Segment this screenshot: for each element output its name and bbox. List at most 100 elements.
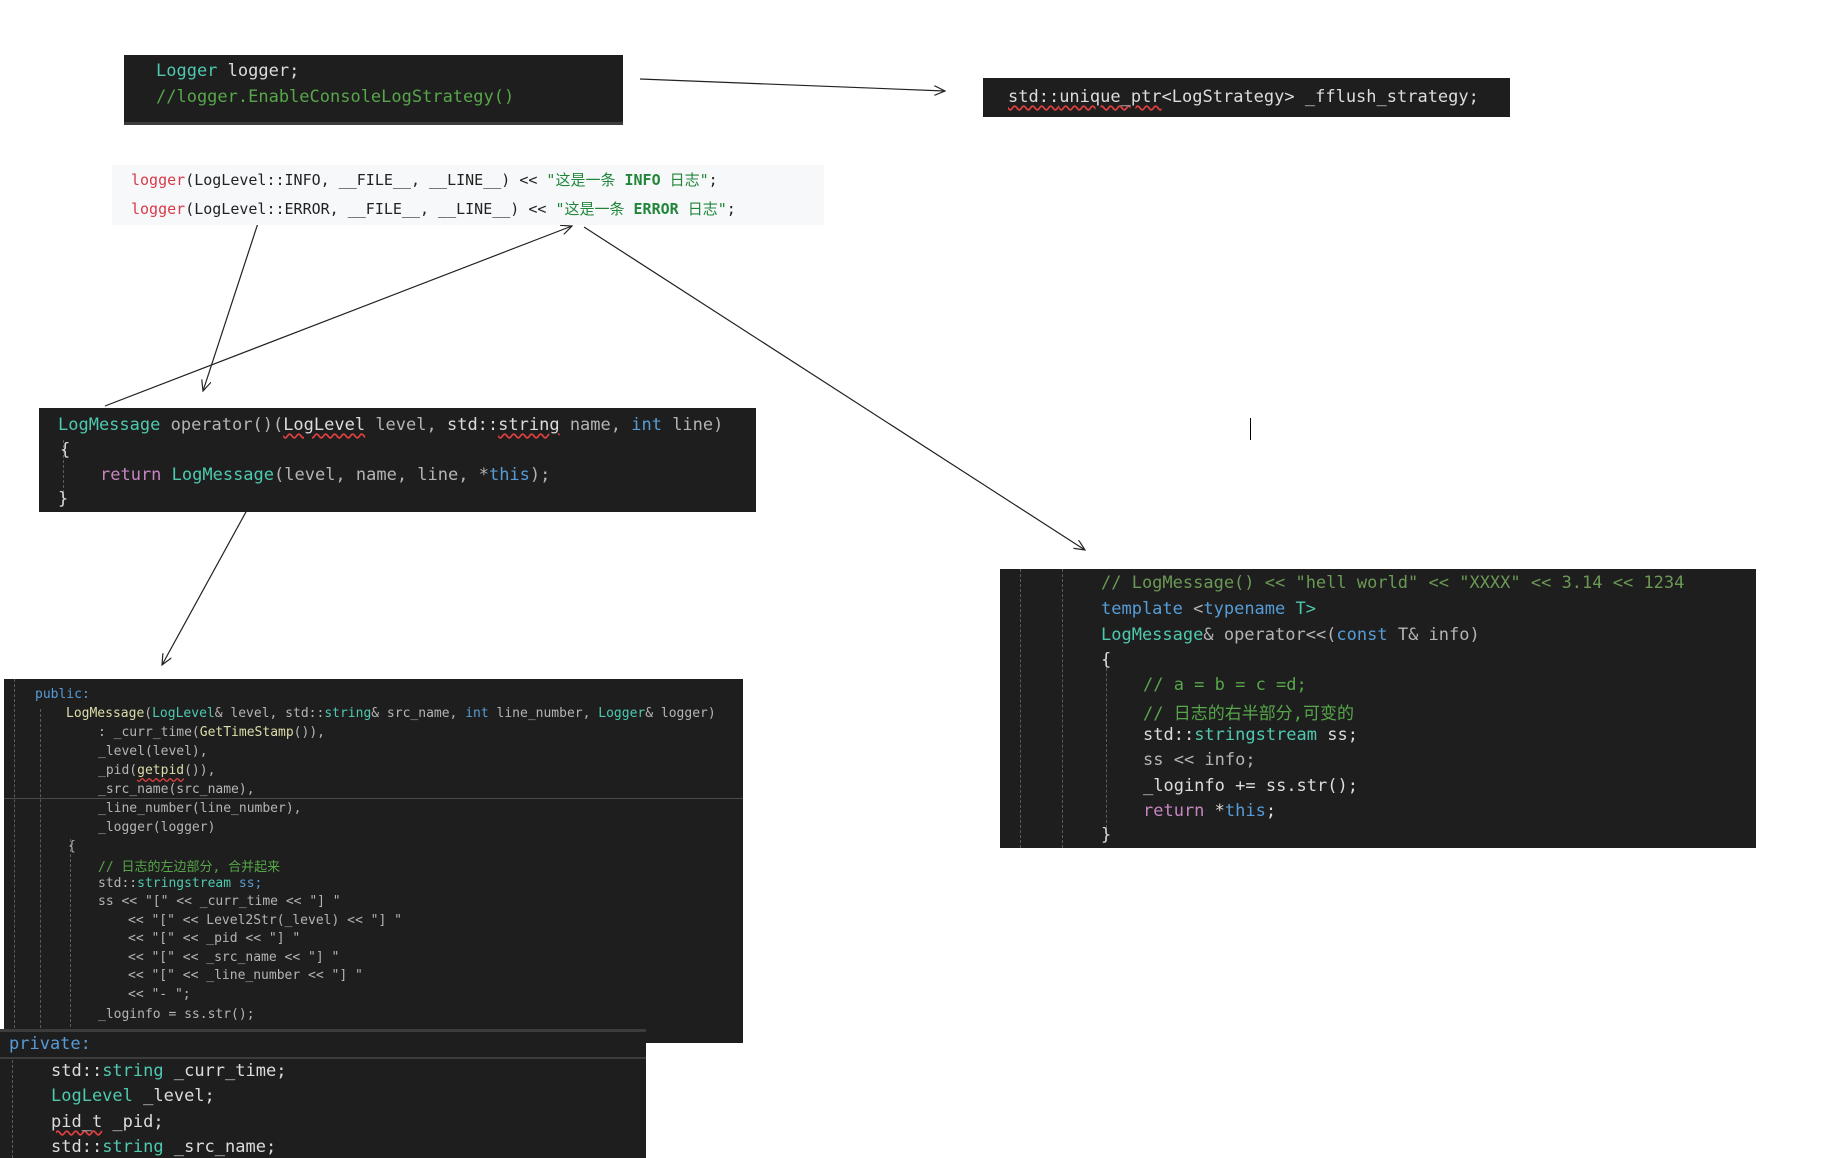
code-line: pid_t _pid; [51, 1112, 164, 1132]
code-line: ss << "[" << _curr_time << "] " [98, 894, 341, 909]
type-token: Logger [598, 706, 646, 721]
type-token: LogStrategy [1171, 87, 1285, 107]
namespace-token: std:: [1143, 725, 1195, 745]
code-text: (level, name, line, * [274, 465, 489, 485]
keyword-token: template [1101, 599, 1183, 619]
namespace-token: std:: [446, 415, 499, 435]
code-line: << "[" << _line_number << "] " [128, 968, 363, 983]
code-text: logger; [217, 61, 300, 81]
code-text: ()), [293, 725, 325, 740]
brace: { [1101, 650, 1112, 670]
code-line: _pid(getpid()), [98, 763, 215, 778]
code-line: { [1101, 650, 1111, 670]
code-line: } [58, 489, 68, 509]
code-text: _logger(logger) [98, 820, 216, 835]
type-token: Logger [156, 61, 218, 81]
code-text: << "[" << _src_name << "] " [128, 950, 340, 965]
code-text: > [1284, 87, 1295, 107]
code-snippet-call-operator: LogMessage operator()(LogLevel level, st… [39, 408, 756, 512]
code-text: << "[" << Level2Str(_level) << "] " [128, 913, 402, 928]
code-comment: // LogMessage() << "hell world" << "XXXX… [1101, 573, 1685, 593]
indent-guide [1020, 569, 1021, 848]
code-text: ss << info; [1143, 750, 1256, 770]
keyword-token: const [1336, 625, 1388, 645]
code-text: ss << "[" << _curr_time << "] " [98, 894, 341, 909]
type-token: stringstream [137, 876, 232, 891]
string-token: ERROR [633, 200, 679, 218]
string-token: "这是一条 [555, 200, 634, 218]
code-line: _loginfo += ss.str(); [1143, 776, 1358, 796]
namespace-token: std:: [51, 1137, 103, 1157]
string-token: "这是一条 [546, 171, 625, 189]
keyword-token: typename [1203, 599, 1286, 619]
code-line: << "- "; [128, 987, 191, 1002]
arrow-logger-to-strategy [639, 78, 945, 91]
code-line: return LogMessage(level, name, line, *th… [100, 465, 550, 485]
keyword-token: this [488, 465, 530, 485]
indent-guide [70, 839, 71, 1027]
type-token: LogLevel [51, 1086, 133, 1106]
namespace-token: std:: [51, 1061, 103, 1081]
keyword-token: return [1143, 801, 1205, 821]
type-token: string [102, 1137, 164, 1157]
code-text: _pid; [102, 1112, 164, 1132]
code-line: _level(level), [98, 744, 208, 759]
function-token: GetTimeStamp [199, 725, 294, 740]
string-token: 日志" [678, 200, 727, 218]
code-text: operator()( [160, 415, 284, 435]
arrow-operator-to-ctor [162, 489, 259, 665]
type-token: LogMessage [161, 465, 275, 485]
code-line: _line_number(line_number), [98, 801, 302, 816]
code-text: name, [559, 415, 632, 435]
code-text: .str(); [1286, 776, 1358, 796]
code-line: _logger(logger) [98, 820, 215, 835]
code-line: LogMessage& operator<<(const T& info) [1101, 625, 1480, 645]
indent-guide [1106, 653, 1107, 828]
code-text: (LogLevel::ERROR, __FILE__, __LINE__) << [185, 200, 556, 218]
code-line: } [1101, 825, 1111, 845]
type-token: string [498, 415, 560, 435]
code-line: private: [9, 1034, 91, 1054]
type-token: T> [1285, 599, 1316, 619]
keyword-token: public: [35, 687, 90, 702]
type-token: stringstream [1194, 725, 1318, 745]
code-text: ); [529, 465, 551, 485]
code-line: Logger logger; [156, 61, 299, 81]
code-comment: // 日志的左边部分, 合并起来 [98, 860, 281, 875]
code-line: // 日志的左边部分, 合并起来 [98, 856, 280, 875]
code-line: << "[" << Level2Str(_level) << "] " [128, 913, 402, 928]
code-text: _fflush_strategy; [1294, 87, 1479, 107]
code-snippet-constructor: public: LogMessage(LogLevel& level, std:… [4, 679, 743, 1043]
code-snippet-logger-calls: logger(LogLevel::INFO, __FILE__, __LINE_… [112, 165, 824, 225]
function-token: getpid [137, 763, 185, 778]
text-cursor [1250, 418, 1251, 440]
namespace-token: std:: [1008, 87, 1060, 107]
code-line: //logger.EnableConsoleLogStrategy() [156, 87, 514, 107]
brace: } [1101, 825, 1112, 845]
code-line: LogLevel _level; [51, 1086, 215, 1106]
code-comment: // a = b = c =d; [1143, 675, 1307, 695]
code-line: public: [35, 687, 90, 702]
keyword-token: this [1224, 801, 1266, 821]
type-token: string [324, 706, 372, 721]
code-line: { [68, 839, 76, 854]
keyword-token: int [465, 706, 489, 721]
code-text: _level(level), [98, 744, 208, 759]
code-snippet-fflush-strategy: std::unique_ptr<LogStrategy> _fflush_str… [983, 78, 1510, 117]
string-token: INFO [624, 171, 661, 189]
code-text: < [1161, 87, 1172, 107]
code-snippet-private-members: private: std::string _curr_time; LogLeve… [0, 1029, 646, 1158]
code-text: line) [661, 415, 724, 435]
code-line: _src_name(src_name), [98, 782, 255, 797]
code-line: std::stringstream ss; [98, 876, 262, 891]
code-text: < [1182, 599, 1204, 619]
code-text: line_number, [488, 706, 599, 721]
code-line: std::string _curr_time; [51, 1061, 286, 1081]
code-text: _loginfo = ss.str(); [98, 1007, 255, 1022]
function-token: logger [131, 200, 186, 218]
code-text: & operator<<( [1203, 625, 1337, 645]
code-line: << "[" << _pid << "] " [128, 931, 300, 946]
code-comment: // 日志的右半部分,可变的 [1143, 704, 1354, 724]
code-text: _src_name(src_name), [98, 782, 255, 797]
code-text: ss; [231, 876, 263, 891]
